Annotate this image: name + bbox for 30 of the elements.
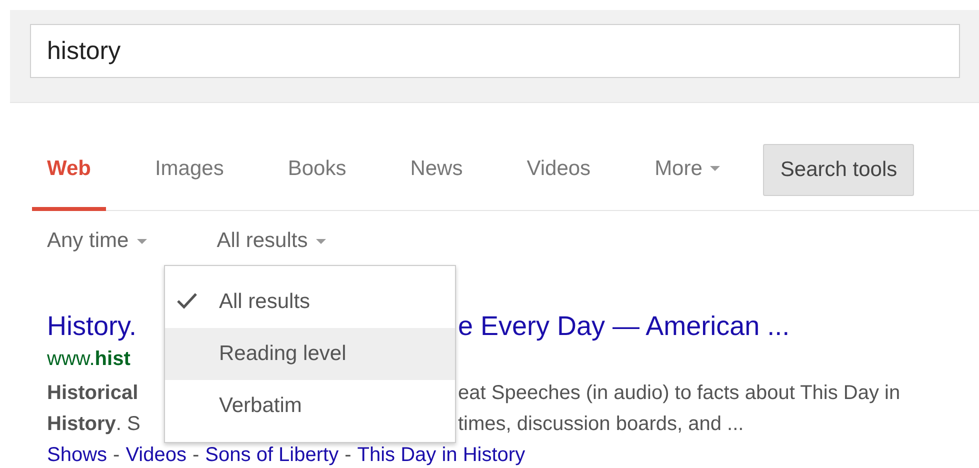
nav-tab[interactable]: News (395, 130, 478, 210)
nav-tab[interactable]: More (640, 130, 736, 210)
sitelink[interactable]: Shows (47, 440, 108, 468)
result-url: www.hist (47, 348, 130, 370)
result-title-link[interactable]: History. (47, 311, 137, 341)
nav-tab[interactable]: Web (32, 130, 106, 210)
check-icon (176, 292, 198, 310)
menu-item[interactable]: Verbatim (165, 380, 455, 432)
filter-dropdown[interactable]: Any time (47, 229, 147, 253)
filter-dropdown[interactable]: All results (216, 229, 326, 253)
caret-icon (316, 238, 326, 244)
snippet-text: eat Speeches (in audio) to facts about This Day in (458, 381, 900, 406)
search-field[interactable]: history (30, 24, 960, 78)
nav-tab[interactable]: Videos (512, 130, 606, 210)
nav-tab[interactable]: Images (140, 130, 239, 210)
search-tools-button[interactable]: Search tools (763, 144, 914, 196)
snippet-text: Historical (47, 382, 138, 404)
menu-item[interactable]: Reading level (165, 328, 455, 380)
separator: - (192, 443, 200, 468)
nav-tab[interactable]: Books (272, 130, 362, 210)
menu-item[interactable]: All results (165, 276, 455, 328)
snippet-text: History. S (47, 413, 140, 435)
sitelink[interactable]: Sons of Liberty (205, 440, 339, 468)
separator: - (344, 443, 352, 468)
sitelink[interactable]: This Day in History (357, 440, 526, 468)
separator: - (113, 443, 120, 468)
sitelink[interactable]: Videos (126, 440, 186, 468)
result-title-link[interactable]: e Every Day — American ... (458, 308, 790, 344)
caret-icon (136, 238, 147, 244)
snippet-text: times, discussion boards, and ... (458, 412, 744, 437)
